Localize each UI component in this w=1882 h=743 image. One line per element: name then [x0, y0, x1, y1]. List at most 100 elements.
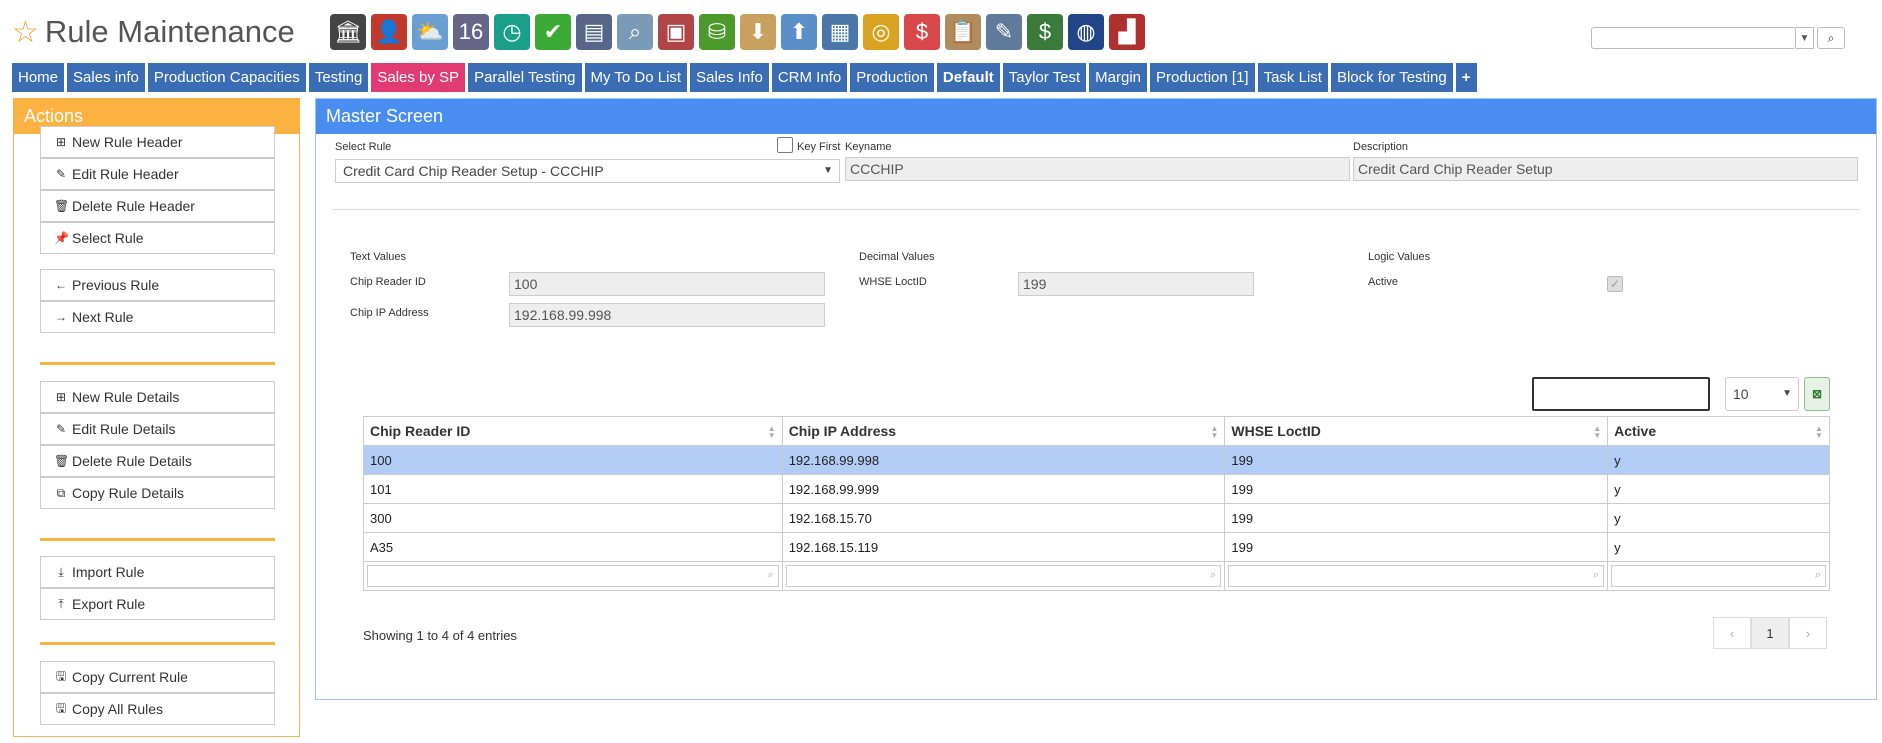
column-filter-input[interactable]: ⌕: [1611, 565, 1826, 587]
money-icon[interactable]: $: [1027, 14, 1063, 50]
column-header[interactable]: Active ▲ ▼: [1607, 416, 1830, 446]
globe-book-icon[interactable]: ◍: [1068, 14, 1104, 50]
chevron-down-icon: ▼: [1782, 388, 1792, 399]
next-rule-button[interactable]: → Next Rule: [40, 301, 275, 333]
tab-my-to-do-list[interactable]: My To Do List: [584, 63, 688, 92]
tab-crm-info[interactable]: CRM Info: [771, 63, 848, 92]
calendar-icon[interactable]: 16: [453, 14, 489, 50]
tab-task-list[interactable]: Task List: [1257, 63, 1328, 92]
column-header[interactable]: Chip IP Address ▲ ▼: [781, 416, 1226, 446]
column-filter-input[interactable]: ⌕: [1228, 565, 1605, 587]
chip-reader-id-field[interactable]: 100: [509, 272, 825, 296]
tab-sales-by-sp[interactable]: Sales by SP: [371, 63, 466, 92]
coins-icon[interactable]: ◎: [863, 14, 899, 50]
import-rule-label: Import Rule: [72, 564, 145, 580]
pagination-page-1[interactable]: 1: [1751, 617, 1789, 649]
import-rule-button[interactable]: ⤓ Import Rule: [40, 556, 275, 588]
page-size-select[interactable]: 10 ▼: [1725, 377, 1799, 411]
key-first-checkbox[interactable]: [777, 137, 793, 153]
select-rule-dropdown[interactable]: Credit Card Chip Reader Setup - CCCHIP ▼: [335, 159, 840, 183]
toolbar-icons: 🏛 👤 ⛅ 16 ◷ ✔ ▤ ⌕ ▣ ⛁ ⬇ ⬆ ▦ ◎ $ 📋 ✎ $ ◍ ▟: [330, 14, 1145, 50]
export-rule-button[interactable]: ⤒ Export Rule: [40, 588, 275, 620]
tab-production-1[interactable]: Production [1]: [1150, 63, 1255, 92]
whse-field[interactable]: 199: [1018, 272, 1254, 296]
copy-rule-details-button[interactable]: ⧉ Copy Rule Details: [40, 477, 275, 509]
keyname-field[interactable]: CCCHIP: [845, 157, 1350, 181]
tab-sales-info[interactable]: Sales info: [67, 63, 145, 92]
logic-values-label: Logic Values: [1368, 251, 1431, 263]
master-screen-title: Master Screen: [316, 99, 1876, 134]
new-rule-header-button[interactable]: ⊞ New Rule Header: [40, 126, 275, 158]
upload-box-icon[interactable]: ⬆: [781, 14, 817, 50]
bus-icon[interactable]: ▣: [658, 14, 694, 50]
column-header[interactable]: WHSE LoctID ▲ ▼: [1224, 416, 1609, 446]
filter-cell: ⌕: [363, 561, 783, 591]
tab-home[interactable]: Home: [12, 63, 65, 92]
pencil-icon[interactable]: ✎: [986, 14, 1022, 50]
star-icon[interactable]: ☆: [12, 15, 39, 50]
pagination-previous[interactable]: ‹: [1713, 617, 1751, 649]
new-rule-details-button[interactable]: ⊞ New Rule Details: [40, 381, 275, 413]
board-icon[interactable]: ▦: [822, 14, 858, 50]
table-cell: 199: [1224, 445, 1609, 475]
pagination-next[interactable]: ›: [1789, 617, 1827, 649]
delete-rule-details-button[interactable]: 🗑 Delete Rule Details: [40, 445, 275, 477]
select-rule-button[interactable]: 📌 Select Rule: [40, 222, 275, 254]
delete-rule-header-button[interactable]: 🗑 Delete Rule Header: [40, 190, 275, 222]
tab-default[interactable]: Default: [936, 63, 1000, 92]
sort-icon: ▲ ▼: [767, 424, 776, 440]
tab-taylor-test[interactable]: Taylor Test: [1002, 63, 1087, 92]
dollar-chat-icon[interactable]: $: [904, 14, 940, 50]
tab-production-capacities[interactable]: Production Capacities: [147, 63, 306, 92]
download-box-icon[interactable]: ⬇: [740, 14, 776, 50]
checkmark-icon[interactable]: ✔: [535, 14, 571, 50]
description-label: Description: [1353, 141, 1409, 153]
page-size-value: 10: [1733, 386, 1749, 402]
tab-margin[interactable]: Margin: [1089, 63, 1148, 92]
table-row[interactable]: 100 192.168.99.998 199 y: [363, 445, 1830, 475]
user-icon[interactable]: 👤: [371, 14, 407, 50]
select-rule-value: Credit Card Chip Reader Setup - CCCHIP: [343, 163, 604, 179]
tab-add[interactable]: +: [1455, 63, 1477, 92]
select-rule-label: Select Rule: [335, 141, 392, 153]
factory-icon[interactable]: ▟: [1109, 14, 1145, 50]
magnifier-icon[interactable]: ⌕: [617, 14, 653, 50]
global-search-input[interactable]: [1591, 27, 1796, 49]
copy-all-rules-button[interactable]: 🖫 Copy All Rules: [40, 693, 275, 725]
bank-icon[interactable]: 🏛: [330, 14, 366, 50]
tab-testing[interactable]: Testing: [308, 63, 369, 92]
excel-export-button[interactable]: ⊠: [1804, 377, 1830, 411]
tab-sales-info[interactable]: Sales Info: [690, 63, 769, 92]
weather-icon[interactable]: ⛅: [412, 14, 448, 50]
table-row[interactable]: 300 192.168.15.70 199 y: [363, 503, 1830, 533]
copy-current-rule-button[interactable]: 🖫 Copy Current Rule: [40, 661, 275, 693]
table-cell: 100: [363, 445, 783, 475]
description-field[interactable]: Credit Card Chip Reader Setup: [1353, 157, 1858, 181]
search-button[interactable]: ⌕: [1817, 27, 1845, 49]
window-icon[interactable]: ▤: [576, 14, 612, 50]
column-header[interactable]: Chip Reader ID ▲ ▼: [363, 416, 783, 446]
previous-rule-button[interactable]: ← Previous Rule: [40, 269, 275, 301]
column-filter-input[interactable]: ⌕: [785, 565, 1222, 587]
column-filter-input[interactable]: ⌕: [367, 565, 779, 587]
table-row[interactable]: 101 192.168.99.999 199 y: [363, 474, 1830, 504]
table-cell: y: [1607, 445, 1830, 475]
chevron-down-icon[interactable]: ▼: [1796, 27, 1814, 49]
table-cell: 199: [1224, 503, 1609, 533]
chevron-down-icon: ▼: [823, 165, 833, 176]
clock-icon[interactable]: ◷: [494, 14, 530, 50]
arrow-left-icon: ←: [55, 278, 67, 292]
edit-rule-header-button[interactable]: ✎ Edit Rule Header: [40, 158, 275, 190]
table-search-input[interactable]: [1532, 377, 1710, 411]
table-row[interactable]: A35 192.168.15.119 199 y: [363, 532, 1830, 562]
clipboard-icon[interactable]: 📋: [945, 14, 981, 50]
divider: [40, 538, 275, 541]
tab-parallel-testing[interactable]: Parallel Testing: [468, 63, 582, 92]
edit-rule-details-button[interactable]: ✎ Edit Rule Details: [40, 413, 275, 445]
table-cell: 300: [363, 503, 783, 533]
chip-ip-field[interactable]: 192.168.99.998: [509, 303, 825, 327]
basket-icon[interactable]: ⛁: [699, 14, 735, 50]
tab-block-for-testing[interactable]: Block for Testing: [1330, 63, 1453, 92]
tab-production[interactable]: Production: [850, 63, 934, 92]
active-checkbox[interactable]: ✓: [1607, 276, 1623, 292]
